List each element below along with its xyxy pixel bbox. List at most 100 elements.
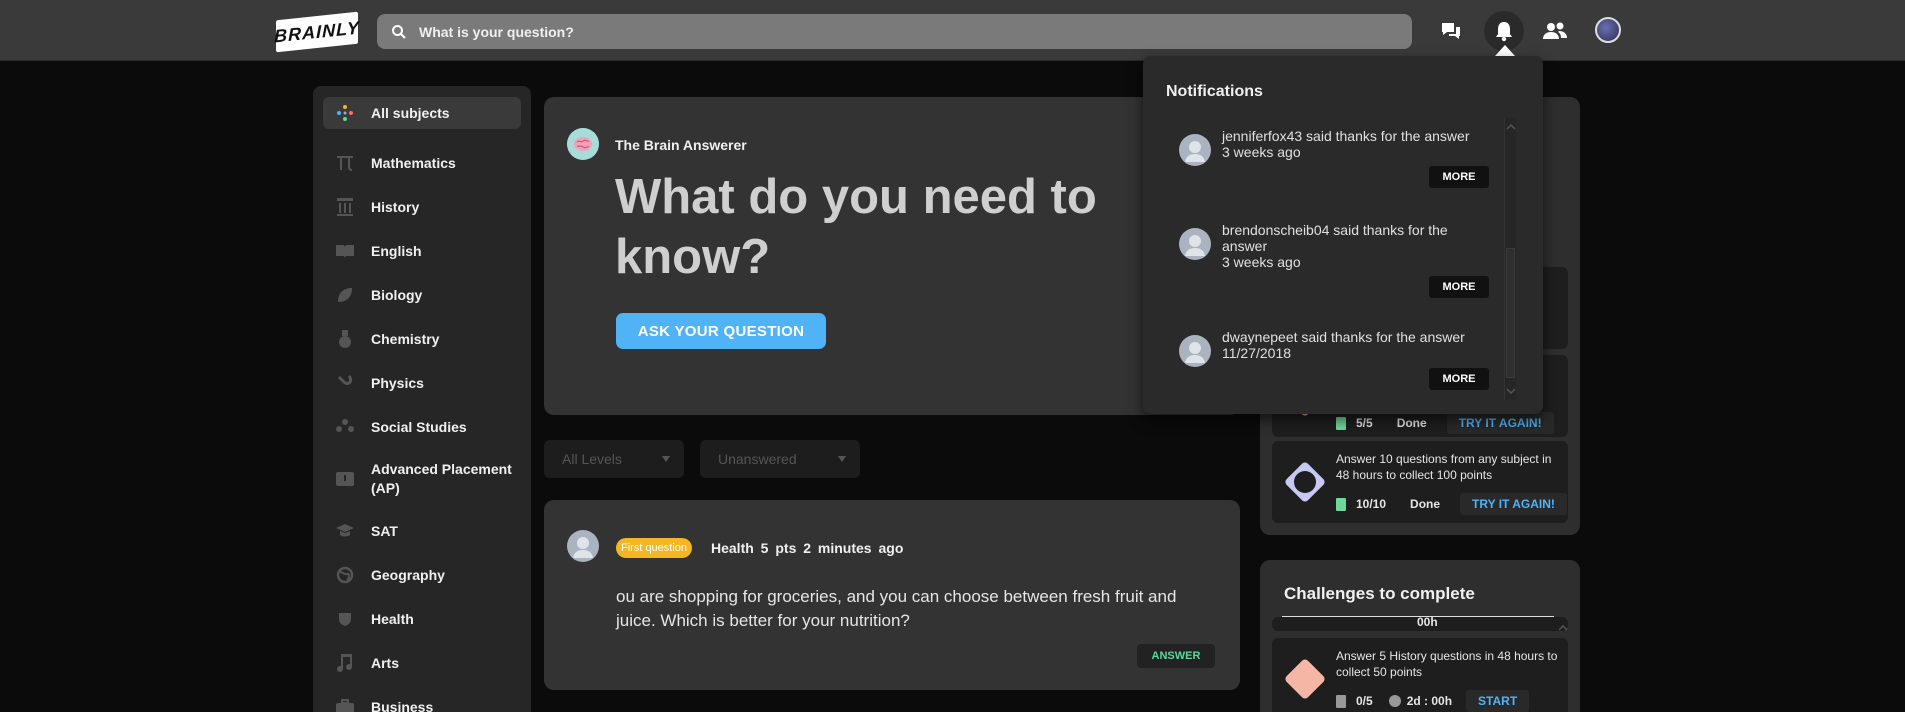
status-select[interactable]: Unanswered [700, 440, 860, 478]
user-avatar[interactable] [1179, 335, 1211, 367]
column-icon [333, 195, 357, 219]
challenge-stats: 5/5 Done TRY IT AGAIN! [1336, 412, 1554, 434]
friends-button[interactable] [1535, 11, 1575, 51]
sidebar-item-biology[interactable]: Biology [323, 273, 521, 317]
ask-question-card: The Brain Answerer What do you need to k… [544, 97, 1240, 415]
answer-button[interactable]: ANSWER [1137, 644, 1215, 668]
sidebar-item-social-studies[interactable]: Social Studies [323, 405, 521, 449]
challenge-card-partial: 00h [1272, 617, 1568, 631]
challenge-progress: 10/10 [1356, 497, 1387, 511]
sidebar-item-label: Health [371, 610, 414, 627]
notification-text: jenniferfox43 said thanks for the answer… [1222, 128, 1487, 160]
sidebar-item-label: Geography [371, 566, 445, 583]
brainly-logo[interactable]: BRAINLY [274, 11, 360, 53]
notification-time: 11/27/2018 [1222, 345, 1292, 361]
levels-select[interactable]: All Levels [544, 440, 684, 478]
challenge-status: Done [1396, 416, 1427, 430]
people-icon [333, 415, 357, 439]
ask-question-button[interactable]: ASK YOUR QUESTION [616, 313, 826, 349]
sidebar-item-label: Physics [371, 374, 424, 391]
challenge-time: 00h [1417, 617, 1438, 629]
book-icon [333, 239, 357, 263]
user-avatar[interactable] [1179, 134, 1211, 166]
asker-avatar[interactable] [567, 530, 599, 562]
notification-time: 3 weeks ago [1222, 144, 1301, 160]
challenge-progress: 5/5 [1356, 416, 1373, 430]
pi-icon [333, 151, 357, 175]
sidebar-item-label: Business [371, 698, 434, 712]
sidebar-item-geography[interactable]: Geography [323, 553, 521, 597]
sidebar-item-advanced-placement[interactable]: Advanced Placement (AP) [323, 449, 521, 509]
search-bar[interactable] [377, 14, 1412, 49]
page-headline: What do you need to know? [615, 170, 1097, 284]
sidebar-item-arts[interactable]: Arts [323, 641, 521, 685]
first-question-badge: First question [616, 538, 693, 558]
question-card[interactable]: First question Health 5 pts 2 minutes ag… [544, 500, 1240, 690]
more-button[interactable]: MORE [1429, 276, 1489, 298]
default-user-icon [1185, 141, 1205, 162]
scrollbar-thumb[interactable] [1506, 248, 1515, 378]
try-again-button[interactable]: TRY IT AGAIN! [1446, 412, 1554, 434]
question-text[interactable]: ou are shopping for groceries, and you c… [616, 585, 1216, 633]
notifications-scrollbar[interactable] [1504, 118, 1516, 400]
notification-text: brendonscheib04 said thanks for the answ… [1222, 222, 1487, 270]
magnet-icon [333, 371, 357, 395]
search-icon [392, 24, 406, 39]
music-note-icon [333, 651, 357, 675]
sidebar-item-business[interactable]: Business [323, 685, 521, 712]
search-input[interactable] [419, 23, 1319, 40]
user-avatar[interactable] [1179, 228, 1211, 260]
challenge-card: Answer 5 History questions in 48 hours t… [1272, 638, 1568, 712]
more-button[interactable]: MORE [1429, 166, 1489, 188]
chat-bubbles-icon [1442, 23, 1460, 39]
sidebar-item-label: History [371, 198, 420, 215]
challenges-to-complete-panel: Challenges to complete 00h Answer 5 Hist… [1260, 560, 1580, 712]
questions-icon [1336, 694, 1346, 708]
sidebar-item-label: All subjects [371, 104, 450, 121]
sidebar-item-label: Arts [371, 654, 400, 671]
scroll-up-icon[interactable] [1558, 618, 1568, 631]
messages-button[interactable] [1431, 11, 1471, 51]
scroll-up-icon[interactable] [1506, 122, 1516, 130]
sidebar-item-health[interactable]: Health [323, 597, 521, 641]
sidebar-item-chemistry[interactable]: Chemistry [323, 317, 521, 361]
scroll-down-icon[interactable] [1506, 388, 1516, 396]
sidebar-item-physics[interactable]: Physics [323, 361, 521, 405]
globe-icon [333, 563, 357, 587]
subjects-dots-icon [1294, 471, 1316, 493]
sidebar-item-label: Biology [371, 286, 423, 303]
leaf-icon [333, 283, 357, 307]
profile-avatar[interactable] [1595, 17, 1621, 43]
sidebar-item-label: Advanced Placement (AP) [371, 461, 512, 496]
chevron-down-icon [662, 456, 670, 462]
challenge-status: Done [1410, 497, 1441, 511]
try-again-button[interactable]: TRY IT AGAIN! [1460, 493, 1567, 515]
heart-icon [333, 607, 357, 631]
sidebar-item-label: Mathematics [371, 154, 456, 171]
default-user-icon [1185, 235, 1205, 256]
sidebar-item-label: SAT [371, 522, 398, 539]
sidebar-item-english[interactable]: English [323, 229, 521, 273]
more-button[interactable]: MORE [1429, 368, 1489, 390]
challenge-time: 2d : 00h [1406, 694, 1453, 708]
people-icon [1543, 22, 1567, 39]
ap-icon [333, 467, 357, 491]
notifications-pointer [1495, 45, 1515, 56]
sidebar-item-mathematics[interactable]: Mathematics [323, 141, 521, 185]
sidebar-item-label: Chemistry [371, 330, 440, 347]
sidebar-item-all-subjects[interactable]: All subjects [323, 97, 521, 129]
user-avatar[interactable] [567, 128, 599, 160]
levels-select-value: All Levels [562, 451, 622, 467]
sidebar-item-label: Social Studies [371, 418, 467, 435]
top-bar: BRAINLY [0, 0, 1905, 61]
bell-icon [1496, 22, 1512, 42]
questions-icon [1336, 497, 1346, 511]
challenge-progress: 0/5 [1356, 694, 1373, 708]
notification-message: jenniferfox43 said thanks for the answer [1222, 128, 1470, 144]
challenge-stats: 0/5 2d : 00h START [1336, 690, 1530, 712]
sidebar-item-history[interactable]: History [323, 185, 521, 229]
clock-icon [1388, 695, 1401, 707]
start-button[interactable]: START [1466, 690, 1530, 712]
sidebar-item-sat[interactable]: SAT [323, 509, 521, 553]
notification-text: dwaynepeet said thanks for the answer 11… [1222, 329, 1487, 361]
